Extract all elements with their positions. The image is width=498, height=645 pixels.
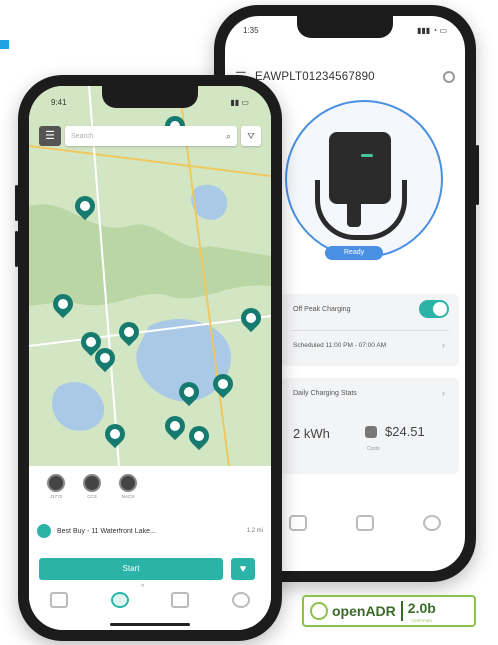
daily-stats-label: Daily Charging Stats [293,390,357,397]
chevron-right-icon[interactable]: › [442,340,445,350]
list-tab-icon[interactable] [171,592,190,608]
station-pin-icon[interactable] [174,377,204,408]
connector-caption: J1772 [49,494,63,499]
station-name: Best Buy - 11 Waterfront Lake... [57,527,156,535]
signal-icon: ▮▮▮ ◔ ▭ [416,26,447,35]
connector-item[interactable]: NACS [115,474,141,499]
openadr-badge: openADR 2.0b CERTIFIED [302,595,476,627]
station-logo-icon [37,524,51,538]
power-button [476,145,479,205]
search-row: ☰ Search ⌕ ⛛ [39,126,261,146]
volume-button [15,231,18,267]
connector-item[interactable]: J1772 [43,474,69,499]
front-tab-bar [29,580,271,620]
stats-tab-icon[interactable] [355,515,374,531]
connector-caption: CCS [87,494,97,499]
station-sheet: J1772 CCS NACS Best Buy - 11 Waterfront … [29,466,271,630]
plug-icon [83,474,101,492]
map-tab-icon[interactable] [289,515,308,531]
energy-value: 2 kWh [293,426,330,441]
chevron-right-icon[interactable]: › [442,388,445,398]
station-distance: 1.2 mi [246,528,263,534]
plug-icon [47,474,65,492]
volume-button [15,185,18,221]
badge-divider [400,601,403,621]
search-icon[interactable]: ⌕ [226,131,231,142]
station-pin-icon[interactable] [70,191,100,222]
badge-brand: openADR [332,603,396,619]
station-row[interactable]: Best Buy - 11 Waterfront Lake... 1.2 mi [37,524,263,538]
connector-caption: NACS [121,494,135,499]
cost-caption: Costs [367,446,380,452]
search-input[interactable]: Search ⌕ [65,126,237,146]
start-charging-button[interactable]: Start [39,558,223,580]
openadr-logo-icon [310,602,328,620]
charger-serial: EAWPLT01234567890 [255,71,375,83]
plug-icon [119,474,137,492]
off-peak-card: Off Peak Charging Scheduled 11:00 PM - 0… [281,294,459,366]
search-placeholder: Search [71,132,94,140]
status-time: 9:41 [51,98,67,107]
hamburger-icon[interactable]: ☰ [39,126,61,146]
charger-unit [329,132,391,204]
charger-connector [347,197,361,227]
front-screen: 9:41 ▮▮ ▭ ☰ Search ⌕ ⛛ J1772 CCS NACS Be… [29,86,271,630]
connector-list: J1772 CCS NACS [43,474,141,499]
charger-led [361,154,373,157]
connector-item[interactable]: CCS [79,474,105,499]
signal-icon: ▮▮ ▭ [230,98,249,107]
accent-square [0,40,9,49]
badge-version: 2.0b [407,599,436,616]
notch [102,86,198,108]
status-time: 1:35 [243,26,259,35]
map-tab-icon[interactable] [110,592,129,608]
station-pin-icon[interactable] [160,411,190,442]
station-pin-icon[interactable] [114,317,144,348]
station-pin-icon[interactable] [48,289,78,320]
badge-version-sub: CERTIFIED [411,617,433,623]
gear-icon[interactable] [443,71,455,83]
cost-icon [365,426,377,438]
filter-icon[interactable]: ⛛ [241,126,261,146]
station-pin-icon[interactable] [184,421,214,452]
station-pin-icon[interactable] [100,419,130,450]
settings-tab-icon[interactable] [231,592,250,608]
off-peak-label: Off Peak Charging [293,306,351,313]
app-header: ☰ EAWPLT01234567890 [235,68,455,86]
station-pin-icon[interactable] [90,343,120,374]
home-tab-icon[interactable] [50,592,69,608]
station-pin-icon[interactable] [208,369,238,400]
toggle-knob [433,302,447,316]
schedule-text[interactable]: Scheduled 11:00 PM - 07:00 AM [293,342,386,349]
divider [291,330,449,331]
favorite-icon[interactable]: ♥ [231,558,255,580]
notch [297,16,393,38]
station-pin-icon[interactable] [236,303,266,334]
settings-tab-icon[interactable] [422,515,441,531]
front-phone: 9:41 ▮▮ ▭ ☰ Search ⌕ ⛛ J1772 CCS NACS Be… [15,75,282,641]
cost-value: $24.51 [385,424,425,439]
home-indicator [110,623,190,626]
charger-status-button[interactable]: Ready [325,246,383,260]
charger-image [285,100,443,258]
off-peak-toggle[interactable] [419,300,449,318]
daily-stats-card[interactable]: Daily Charging Stats › 2 kWh $24.51 Cost… [281,378,459,474]
badge-version-block: 2.0b CERTIFIED [408,600,436,623]
